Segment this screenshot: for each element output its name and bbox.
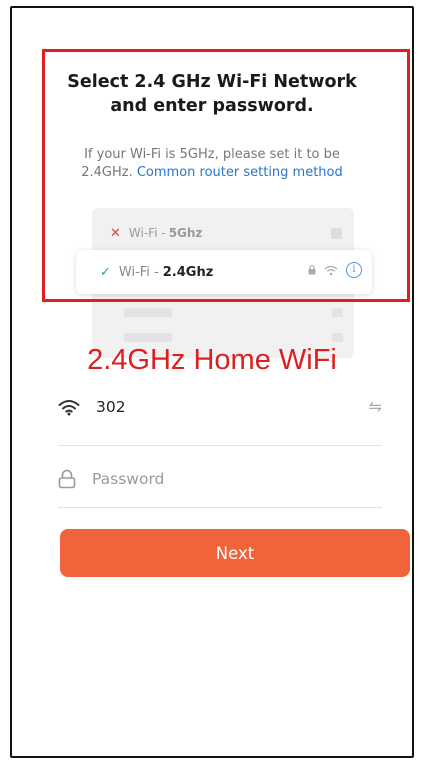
highlight-box [42,49,410,302]
divider [58,445,382,446]
password-row [58,462,382,496]
phone-frame: Select 2.4 GHz Wi-Fi Network and enter p… [10,6,414,758]
divider [58,507,382,508]
list-placeholder-square [332,308,343,317]
switch-network-icon[interactable]: ⇋ [369,397,382,416]
password-input[interactable] [92,470,372,488]
wifi-ssid-value: 302 [96,398,126,416]
list-placeholder-bar [124,333,172,342]
wifi-ssid-row[interactable]: 302 ⇋ [58,390,382,424]
list-placeholder-bar [124,308,172,317]
lock-icon [58,469,76,489]
wifi-icon [58,399,80,415]
next-button[interactable]: Next [60,529,410,577]
annotation-label: 2.4GHz Home WiFi [87,344,337,376]
list-placeholder-square [332,333,343,342]
